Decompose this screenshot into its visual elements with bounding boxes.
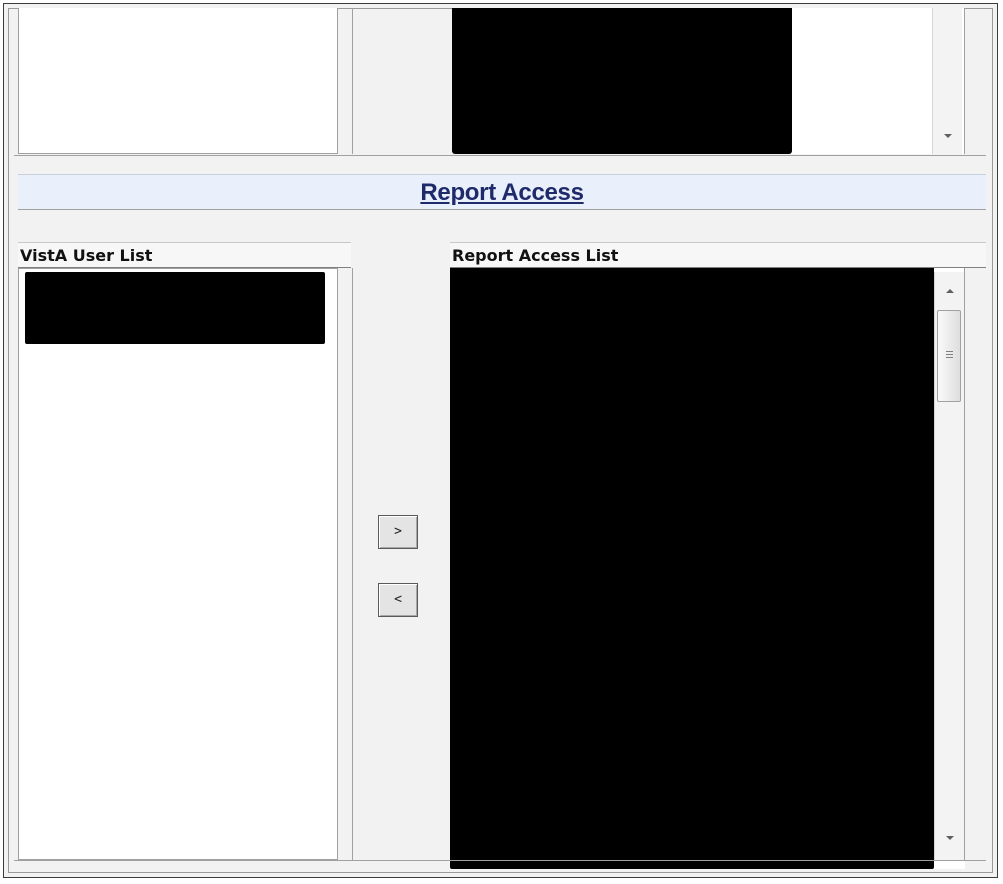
section-separator [14,155,986,156]
vista-user-list[interactable] [18,268,338,860]
redacted-top-list-content [452,8,792,154]
page-title[interactable]: Report Access [18,179,986,207]
scroll-down-arrow-icon[interactable] [944,134,952,138]
top-left-list[interactable] [18,8,338,154]
report-access-list-header: Report Access List [450,242,986,268]
top-list-scrollbar[interactable] [932,8,962,154]
scroll-grip-icon [946,351,953,360]
scroll-thumb[interactable] [937,310,961,402]
access-list-right-border [964,268,965,860]
scroll-up-arrow-icon[interactable] [946,289,954,293]
add-to-access-list-button[interactable]: > [378,515,418,549]
vista-user-list-header: VistA User List [18,242,351,268]
report-access-list[interactable] [450,268,965,869]
access-list-scrollbar[interactable] [934,272,964,860]
list-divider [352,268,353,860]
redacted-selected-user[interactable] [25,272,325,344]
report-access-header: Report Access [18,174,986,210]
scroll-down-arrow-icon[interactable] [946,836,954,840]
top-divider [352,8,353,154]
remove-from-access-list-button[interactable]: < [378,583,418,617]
bottom-border [14,860,986,861]
top-right-list[interactable] [452,8,964,154]
redacted-access-list-content [450,268,934,869]
header-spacer [18,210,986,240]
top-right-border [964,8,965,154]
